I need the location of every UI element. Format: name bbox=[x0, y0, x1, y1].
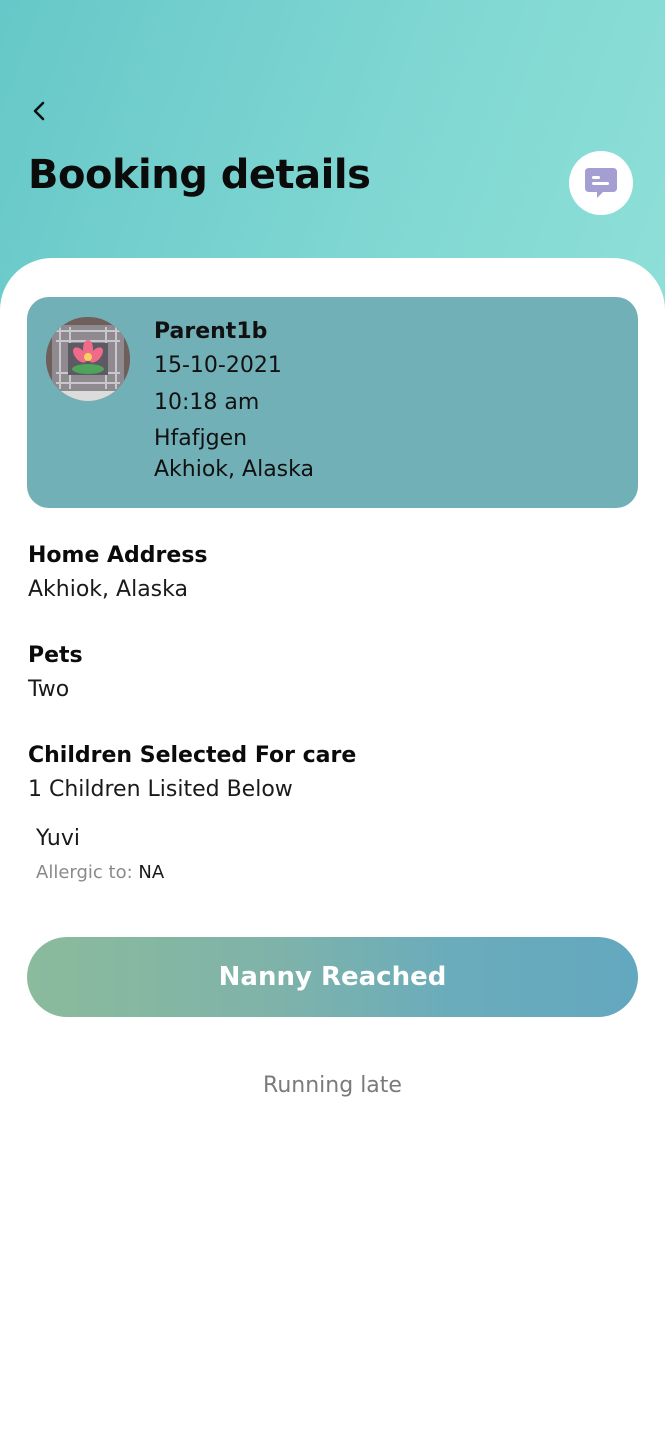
booking-info: Parent1b 15-10-2021 10:18 am Hfafjgen Ak… bbox=[154, 317, 314, 483]
chat-button[interactable] bbox=[569, 151, 633, 215]
list-item: Yuvi Allergic to: NA bbox=[36, 824, 164, 888]
booking-address-line2: Akhiok, Alaska bbox=[154, 457, 314, 482]
content-panel: Parent1b 15-10-2021 10:18 am Hfafjgen Ak… bbox=[0, 258, 665, 1440]
page-title: Booking details bbox=[28, 152, 371, 198]
booking-time: 10:18 am bbox=[154, 390, 260, 415]
pets-label: Pets bbox=[28, 643, 83, 668]
child-name: Yuvi bbox=[36, 826, 80, 851]
nanny-reached-label: Nanny Reached bbox=[218, 962, 447, 992]
allergy-value: NA bbox=[138, 862, 165, 883]
booking-date: 15-10-2021 bbox=[154, 353, 282, 378]
avatar-image bbox=[46, 317, 130, 401]
parent-name: Parent1b bbox=[154, 319, 268, 344]
child-allergy: Allergic to: NA bbox=[36, 858, 164, 888]
avatar bbox=[46, 317, 130, 401]
back-button[interactable] bbox=[22, 92, 56, 130]
children-section: Children Selected For care 1 Children Li… bbox=[28, 741, 356, 807]
children-summary: 1 Children Lisited Below bbox=[28, 777, 293, 802]
booking-card: Parent1b 15-10-2021 10:18 am Hfafjgen Ak… bbox=[27, 297, 638, 508]
home-address-section: Home Address Akhiok, Alaska bbox=[28, 541, 208, 607]
chevron-left-icon bbox=[33, 101, 45, 121]
booking-address-line1: Hfafjgen bbox=[154, 426, 248, 451]
nanny-reached-button[interactable]: Nanny Reached bbox=[27, 937, 638, 1017]
home-address-label: Home Address bbox=[28, 543, 208, 568]
pets-section: Pets Two bbox=[28, 641, 83, 707]
home-address-value: Akhiok, Alaska bbox=[28, 577, 188, 602]
chat-bubble-icon bbox=[585, 168, 617, 198]
allergy-label: Allergic to: bbox=[36, 862, 133, 883]
children-label: Children Selected For care bbox=[28, 743, 357, 768]
pets-value: Two bbox=[28, 677, 70, 702]
running-late-link[interactable]: Running late bbox=[0, 1073, 665, 1098]
